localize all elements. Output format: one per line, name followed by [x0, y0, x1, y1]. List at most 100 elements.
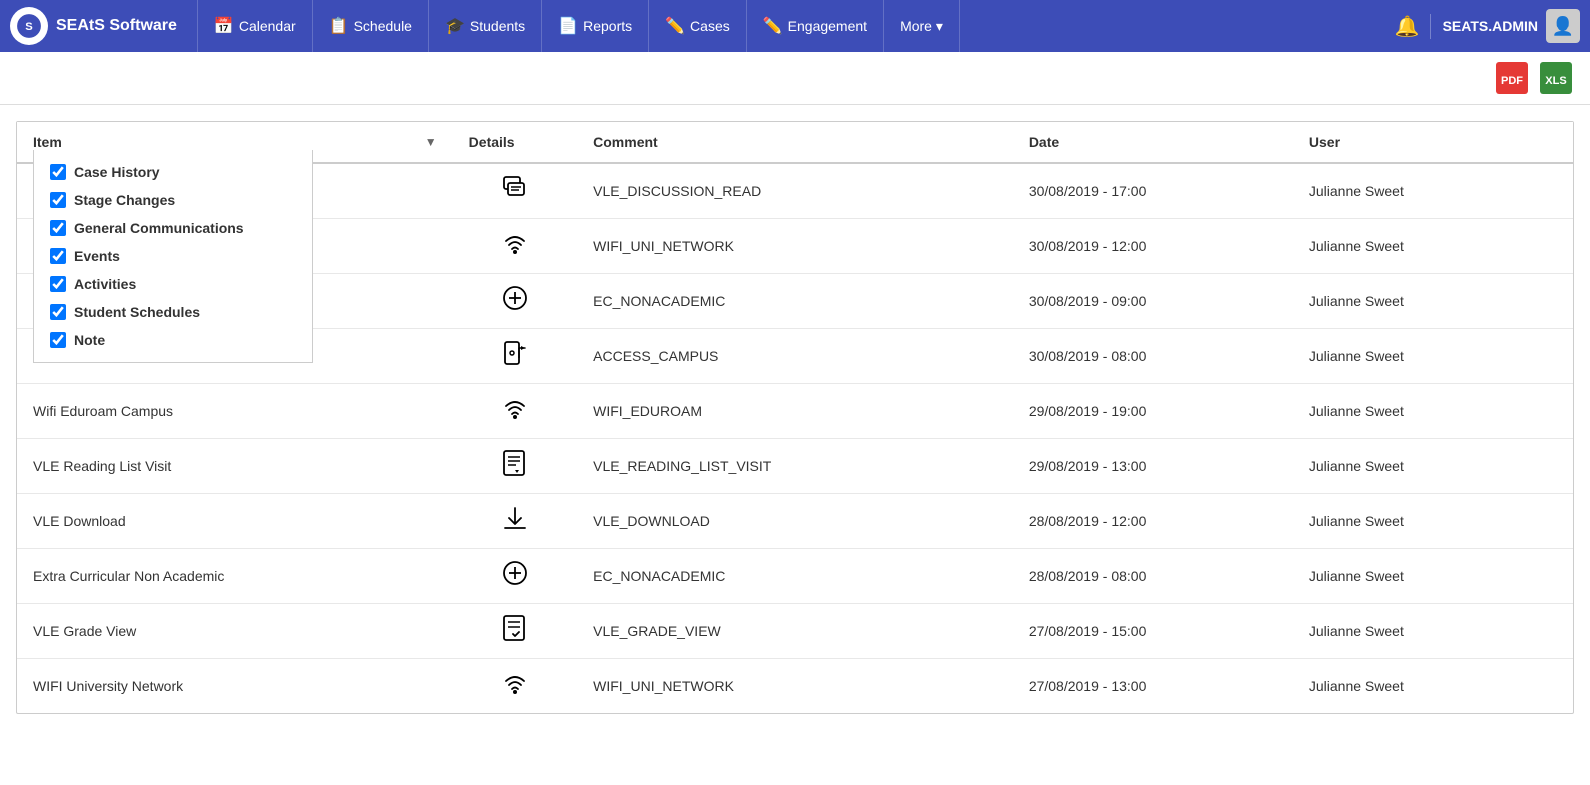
cell-comment: VLE_DOWNLOAD [577, 494, 1013, 549]
cell-item: WIFI University Network [17, 659, 453, 714]
pdf-icon: PDF [1496, 62, 1528, 94]
checkbox-case-history[interactable] [50, 164, 66, 180]
item-dropdown-panel: Case History Stage Changes General Commu… [33, 150, 313, 363]
dropdown-general-communications[interactable]: General Communications [34, 214, 312, 242]
data-table-container: Item ▼ Case History [16, 121, 1574, 714]
column-date: Date [1013, 122, 1293, 163]
cell-date: 28/08/2019 - 12:00 [1013, 494, 1293, 549]
cell-details [453, 274, 577, 329]
cell-date: 30/08/2019 - 12:00 [1013, 219, 1293, 274]
user-menu[interactable]: SEATS.ADMIN 👤 [1443, 9, 1580, 43]
svg-text:XLS: XLS [1545, 75, 1566, 87]
cell-item: Wifi Eduroam Campus [17, 384, 453, 439]
cell-date: 30/08/2019 - 17:00 [1013, 163, 1293, 219]
cell-comment: WIFI_EDUROAM [577, 384, 1013, 439]
nav-menu: 📅 Calendar 📋 Schedule 🎓 Students 📄 Repor… [197, 0, 1385, 52]
item-dropdown-trigger[interactable]: Item ▼ [33, 134, 437, 150]
cell-comment: WIFI_UNI_NETWORK [577, 659, 1013, 714]
cell-comment: VLE_GRADE_VIEW [577, 604, 1013, 659]
table-row[interactable]: Extra Curricular Non Academic EC_NONACAD… [17, 549, 1573, 604]
avatar: 👤 [1546, 9, 1580, 43]
cell-details [453, 384, 577, 439]
main-content: Item ▼ Case History [0, 105, 1590, 785]
dropdown-events[interactable]: Events [34, 242, 312, 270]
checkbox-general-communications[interactable] [50, 220, 66, 236]
cell-details [453, 659, 577, 714]
table-row[interactable]: WIFI University Network WIFI_UNI_NETWORK… [17, 659, 1573, 714]
cell-date: 30/08/2019 - 09:00 [1013, 274, 1293, 329]
notifications-bell[interactable]: 🔔 [1385, 14, 1431, 39]
cell-user: Julianne Sweet [1293, 274, 1573, 329]
nav-reports[interactable]: 📄 Reports [542, 0, 649, 52]
cell-comment: VLE_DISCUSSION_READ [577, 163, 1013, 219]
nav-more[interactable]: More ▾ [884, 0, 960, 52]
logo: S [10, 7, 48, 45]
svg-text:S: S [25, 21, 33, 33]
cell-item: VLE Grade View [17, 604, 453, 659]
cell-comment: WIFI_UNI_NETWORK [577, 219, 1013, 274]
cell-item: VLE Download [17, 494, 453, 549]
cell-details [453, 163, 577, 219]
nav-engagement[interactable]: ✏️ Engagement [747, 0, 884, 52]
cell-item: VLE Reading List Visit [17, 439, 453, 494]
nav-cases[interactable]: ✏️ Cases [649, 0, 747, 52]
cell-user: Julianne Sweet [1293, 439, 1573, 494]
dropdown-student-schedules[interactable]: Student Schedules [34, 298, 312, 326]
dropdown-stage-changes[interactable]: Stage Changes [34, 186, 312, 214]
schedule-icon: 📋 [329, 16, 349, 36]
cell-user: Julianne Sweet [1293, 384, 1573, 439]
cell-user: Julianne Sweet [1293, 659, 1573, 714]
dropdown-note[interactable]: Note [34, 326, 312, 354]
checkbox-student-schedules[interactable] [50, 304, 66, 320]
item-dropdown-wrapper[interactable]: Item ▼ Case History [33, 134, 437, 150]
engagement-icon: ✏️ [763, 16, 783, 36]
navbar-right: 🔔 SEATS.ADMIN 👤 [1385, 9, 1580, 43]
calendar-icon: 📅 [214, 16, 234, 36]
cell-date: 29/08/2019 - 19:00 [1013, 384, 1293, 439]
table-row[interactable]: VLE Reading List Visit VLE_READING_LIST_… [17, 439, 1573, 494]
cell-item: Extra Curricular Non Academic [17, 549, 453, 604]
cell-date: 29/08/2019 - 13:00 [1013, 439, 1293, 494]
navbar: S SEAtS Software 📅 Calendar 📋 Schedule 🎓… [0, 0, 1590, 52]
nav-schedule[interactable]: 📋 Schedule [313, 0, 429, 52]
table-row[interactable]: VLE Download VLE_DOWNLOAD 28/08/2019 - 1… [17, 494, 1573, 549]
username: SEATS.ADMIN [1443, 18, 1538, 34]
checkbox-events[interactable] [50, 248, 66, 264]
cell-user: Julianne Sweet [1293, 549, 1573, 604]
nav-students[interactable]: 🎓 Students [429, 0, 542, 52]
pdf-export-button[interactable]: PDF [1494, 60, 1530, 96]
cell-comment: EC_NONACADEMIC [577, 549, 1013, 604]
svg-text:PDF: PDF [1501, 75, 1523, 87]
excel-icon: XLS [1540, 62, 1572, 94]
dropdown-case-history[interactable]: Case History [34, 158, 312, 186]
cell-details [453, 219, 577, 274]
cell-date: 30/08/2019 - 08:00 [1013, 329, 1293, 384]
cell-details [453, 604, 577, 659]
dropdown-activities[interactable]: Activities [34, 270, 312, 298]
cell-date: 28/08/2019 - 08:00 [1013, 549, 1293, 604]
cell-user: Julianne Sweet [1293, 329, 1573, 384]
cell-details [453, 439, 577, 494]
cell-details [453, 549, 577, 604]
brand-name: SEAtS Software [56, 17, 177, 35]
cell-comment: VLE_READING_LIST_VISIT [577, 439, 1013, 494]
table-row[interactable]: VLE Grade View VLE_GRADE_VIEW 27/08/2019… [17, 604, 1573, 659]
toolbar: PDF XLS [0, 52, 1590, 105]
brand[interactable]: S SEAtS Software [10, 7, 177, 45]
checkbox-stage-changes[interactable] [50, 192, 66, 208]
column-item[interactable]: Item ▼ Case History [17, 122, 453, 163]
cell-details [453, 494, 577, 549]
table-row[interactable]: Wifi Eduroam Campus WIFI_EDUROAM 29/08/2… [17, 384, 1573, 439]
checkbox-activities[interactable] [50, 276, 66, 292]
excel-export-button[interactable]: XLS [1538, 60, 1574, 96]
column-user: User [1293, 122, 1573, 163]
column-details: Details [453, 122, 577, 163]
cell-user: Julianne Sweet [1293, 494, 1573, 549]
checkbox-note[interactable] [50, 332, 66, 348]
nav-calendar[interactable]: 📅 Calendar [197, 0, 313, 52]
cell-date: 27/08/2019 - 13:00 [1013, 659, 1293, 714]
cell-comment: ACCESS_CAMPUS [577, 329, 1013, 384]
column-comment: Comment [577, 122, 1013, 163]
cell-date: 27/08/2019 - 15:00 [1013, 604, 1293, 659]
students-icon: 🎓 [445, 16, 465, 36]
